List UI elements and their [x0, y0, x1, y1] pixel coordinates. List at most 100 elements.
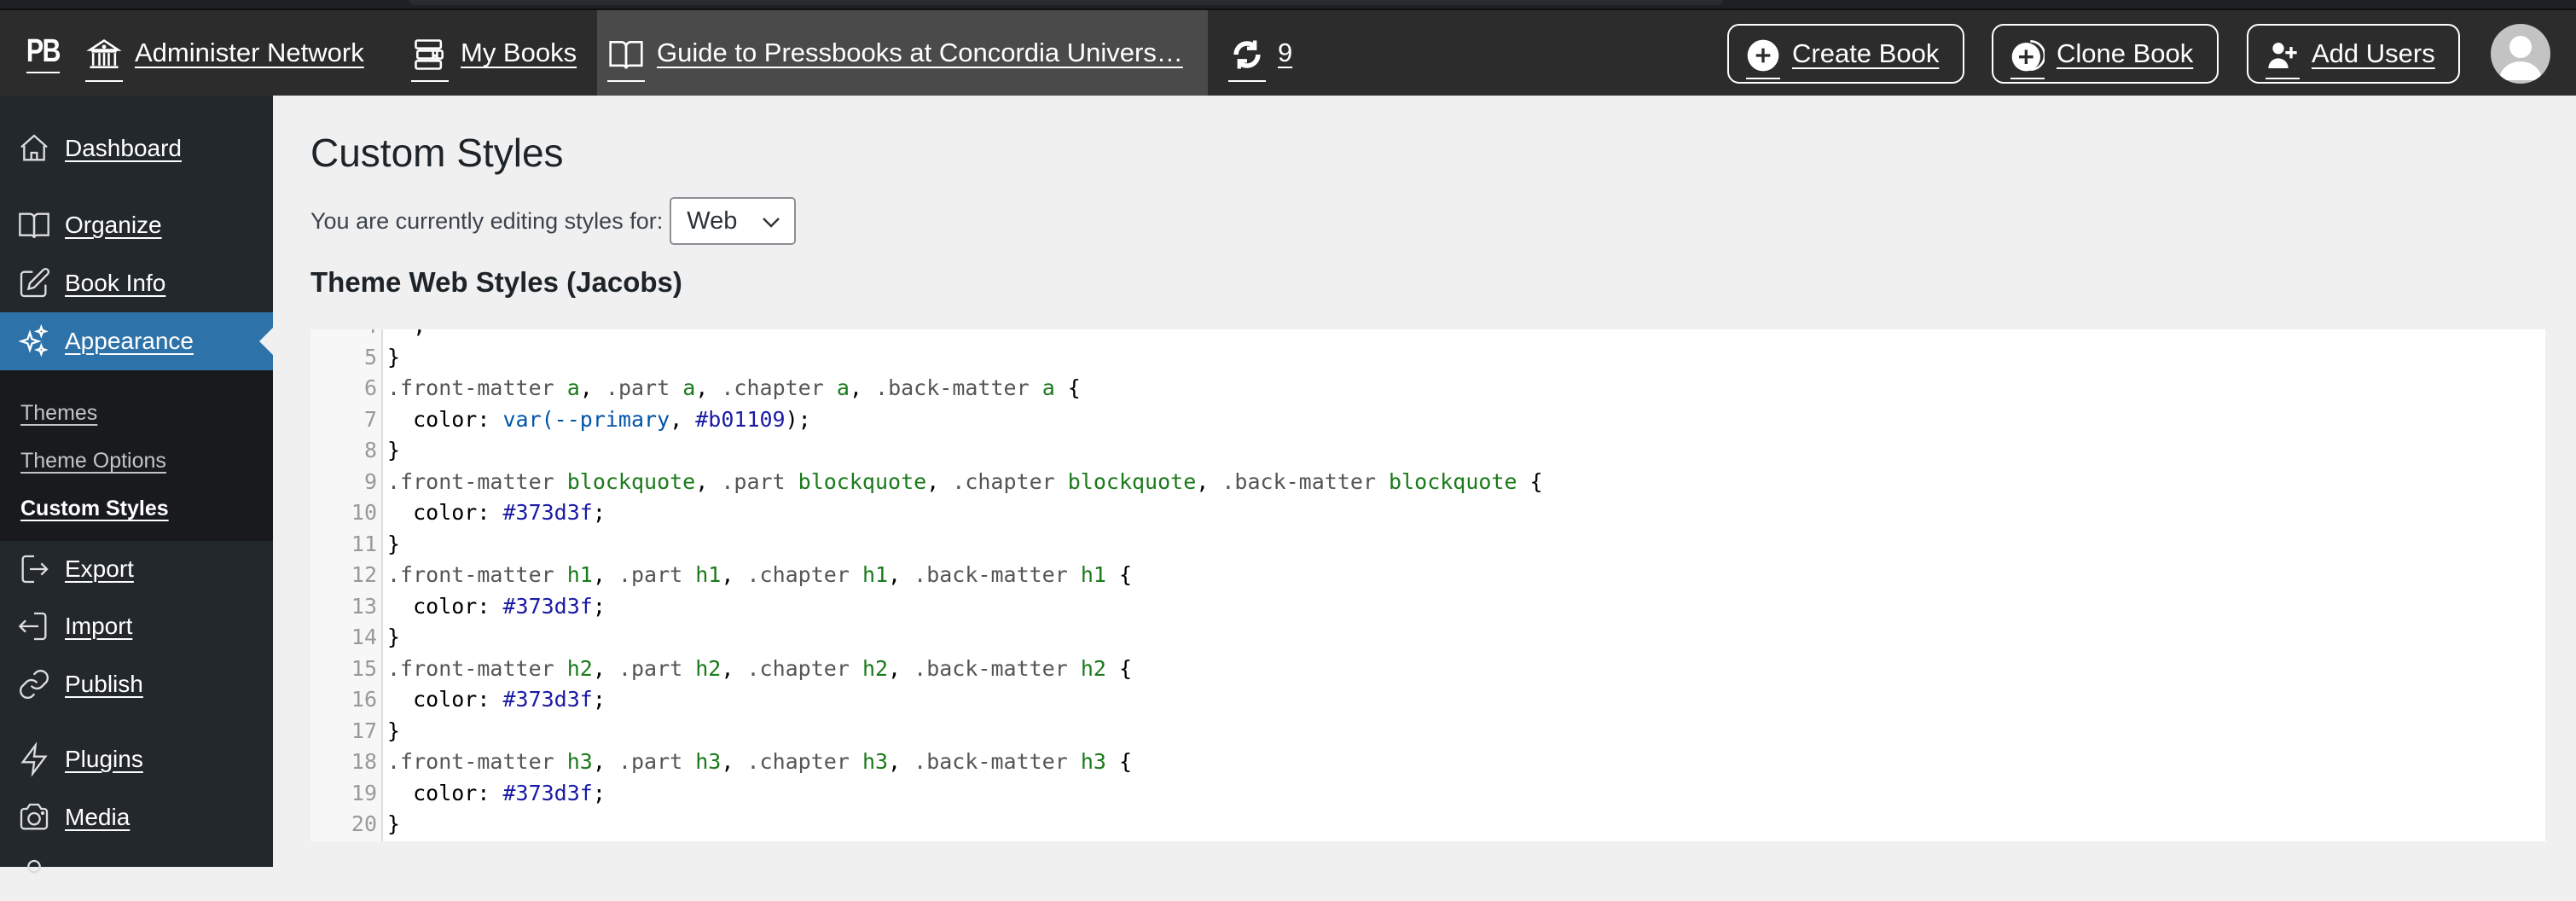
code-line[interactable]: 17}	[310, 716, 2545, 747]
code-token-punc: {	[1105, 562, 1133, 587]
camera-icon	[15, 799, 53, 836]
line-number: 9	[363, 468, 377, 494]
code-token-prop: color:	[387, 687, 503, 712]
submenu-item-custom-styles[interactable]: Custom Styles	[20, 497, 169, 521]
code-token-sel: .front-matter	[387, 655, 567, 681]
sidebar-item-appearance[interactable]: Appearance	[0, 312, 273, 370]
current-book-link[interactable]: Guide to Pressbooks at Concordia Univers…	[597, 10, 1208, 96]
lightning-icon	[15, 741, 53, 778]
sync-count: 9	[1278, 38, 1293, 67]
code-line[interactable]: 8}	[310, 435, 2545, 467]
sidebar-item-media[interactable]: Media	[0, 790, 273, 845]
code-token-tag: a	[566, 375, 580, 400]
code-token-punc: ,	[888, 655, 914, 681]
code-token-prop: color:	[387, 406, 503, 432]
sidebar-item-partial[interactable]	[0, 846, 273, 901]
code-token-punc: ,	[592, 749, 618, 774]
code-token-punc: ,	[721, 655, 747, 681]
code-lines: 4 ;5}6.front-matter a, .part a, .chapter…	[310, 329, 2545, 841]
code-token-tag: a	[682, 375, 696, 400]
code-line[interactable]: 16 color: #373d3f;	[310, 684, 2545, 716]
code-token-sel: .back-matter	[914, 655, 1081, 681]
sync-updates-link[interactable]: 9	[1228, 10, 1292, 96]
code-token-punc: ,	[579, 375, 606, 400]
line-number: 17	[351, 718, 377, 743]
code-token-punc: ;	[592, 593, 606, 619]
code-line[interactable]: 18 .front-matter h3, .part h3, .chapter h…	[310, 747, 2545, 778]
sidebar-item-export[interactable]: Export	[0, 542, 273, 596]
code-token-punc: }	[387, 811, 401, 836]
code-line[interactable]: 19 color: #373d3f;	[310, 778, 2545, 810]
sidebar-item-import[interactable]: Import	[0, 599, 273, 654]
code-token-tag: blockquote	[1067, 468, 1197, 494]
code-line[interactable]: 9 .front-matter blockquote, .part blockqu…	[310, 467, 2545, 498]
my-books-link[interactable]: My Books	[411, 10, 577, 96]
code-token-punc: {	[1517, 468, 1543, 494]
code-token-tag: h1	[862, 562, 889, 587]
code-text: }	[377, 716, 400, 747]
import-icon	[15, 607, 53, 645]
code-token-sel: .back-matter	[914, 562, 1081, 587]
clone-icon	[2010, 38, 2045, 79]
code-line[interactable]: 20}	[310, 809, 2545, 840]
edit-icon	[15, 264, 53, 302]
code-token-punc: {	[1054, 375, 1081, 400]
code-text: }	[377, 529, 400, 561]
add-users-label: Add Users	[2312, 38, 2435, 68]
code-text: color: #373d3f;	[377, 778, 606, 810]
code-token-val: #b01109	[695, 406, 786, 432]
line-number: 14	[351, 625, 377, 649]
sidebar-item-dashboard[interactable]: Dashboard	[0, 121, 273, 176]
code-token-val: #373d3f	[502, 500, 593, 525]
submenu-item-themes[interactable]: Themes	[20, 401, 97, 426]
home-icon	[15, 130, 53, 167]
code-line[interactable]: 13 color: #373d3f;	[310, 591, 2545, 623]
code-line[interactable]: 4 ;	[310, 329, 2545, 342]
code-token-var: var(--primary	[502, 406, 670, 432]
code-line[interactable]: 15 .front-matter h2, .part h2, .chapter h…	[310, 654, 2545, 685]
code-line[interactable]: 6 .front-matter a, .part a, .chapter a, .…	[310, 373, 2545, 404]
code-line[interactable]: 14}	[310, 622, 2545, 654]
add-user-icon	[2266, 38, 2300, 79]
line-number: 21	[310, 840, 377, 842]
browser-chrome-strip	[0, 0, 2576, 10]
style-target-select[interactable]: Web	[670, 197, 797, 245]
institution-icon	[85, 36, 123, 82]
add-users-button[interactable]: Add Users	[2247, 24, 2460, 84]
line-number: 11	[351, 531, 377, 556]
code-token-tag: h3	[566, 749, 593, 774]
code-token-tag: a	[836, 375, 850, 400]
line-number: 10	[351, 500, 377, 525]
sidebar-item-label: Media	[65, 804, 131, 830]
code-line[interactable]: 12 .front-matter h1, .part h1, .chapter h…	[310, 560, 2545, 591]
main-content: Custom Styles You are currently editing …	[273, 96, 2576, 867]
user-avatar[interactable]	[2491, 24, 2550, 84]
code-line[interactable]: 11}	[310, 529, 2545, 561]
code-token-prop: color:	[387, 780, 503, 805]
code-token-sel: .part	[618, 655, 696, 681]
code-line[interactable]: 10 color: #373d3f;	[310, 497, 2545, 529]
administer-network-link[interactable]: Administer Network	[85, 10, 364, 96]
sidebar-item-plugins[interactable]: Plugins	[0, 732, 273, 787]
pressbooks-logo[interactable]: PB	[22, 10, 64, 96]
line-number: 16	[351, 687, 377, 712]
code-token-sel: .part	[618, 749, 696, 774]
sidebar-item-publish[interactable]: Publish	[0, 657, 273, 712]
sidebar-item-organize[interactable]: Organize	[0, 198, 273, 253]
books-stack-icon	[411, 36, 449, 82]
submenu-item-theme-options[interactable]: Theme Options	[20, 449, 166, 474]
clone-book-button[interactable]: Clone Book	[1992, 24, 2219, 84]
code-line[interactable]: 5}	[310, 342, 2545, 374]
create-book-label: Create Book	[1792, 38, 1940, 68]
book-open-icon	[607, 36, 645, 82]
css-code-editor[interactable]: 4 ;5}6.front-matter a, .part a, .chapter…	[310, 329, 2545, 841]
code-text: ;	[377, 329, 426, 342]
code-text: .front-matter h2, .part h2, .chapter h2,…	[377, 654, 1132, 685]
code-line[interactable]: 7 color: var(--primary, #b01109);	[310, 404, 2545, 436]
logo-text: PB	[26, 33, 61, 73]
sidebar-item-book-info[interactable]: Book Info	[0, 256, 273, 311]
code-token-tag: h1	[566, 562, 593, 587]
code-line[interactable]: 21.front-matter h4, .part h4, .chapter h…	[310, 840, 2545, 842]
create-book-button[interactable]: Create Book	[1727, 24, 1964, 84]
top-nav-bar: PB Administer Network My Books Guide to …	[0, 10, 2576, 96]
